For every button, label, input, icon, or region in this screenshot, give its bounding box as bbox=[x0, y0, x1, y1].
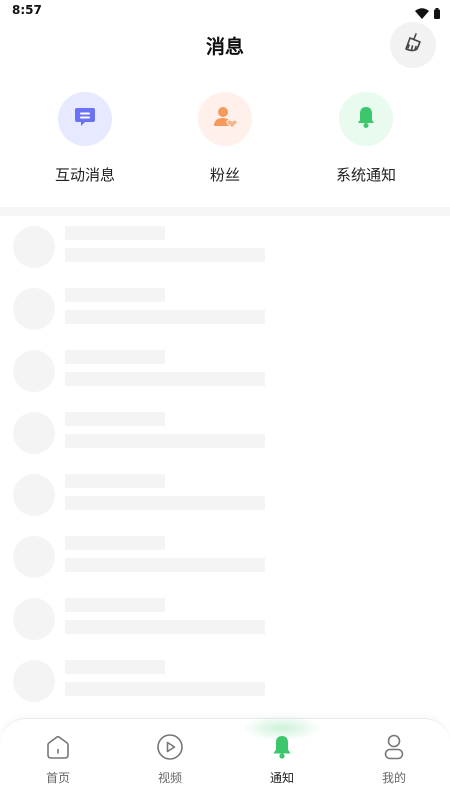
wifi-icon bbox=[415, 4, 429, 23]
skeleton-title-line bbox=[65, 350, 165, 364]
tab-video[interactable]: 视频 bbox=[114, 719, 226, 800]
skeleton-title-line bbox=[65, 226, 165, 240]
message-categories: 互动消息 粉丝 系统通知 bbox=[0, 92, 450, 192]
category-system-notifications[interactable]: 系统通知 bbox=[296, 92, 436, 185]
skeleton-row bbox=[0, 288, 450, 332]
status-icons bbox=[415, 4, 440, 23]
skeleton-row bbox=[0, 474, 450, 518]
skeleton-text-line bbox=[65, 248, 265, 262]
skeleton-title-line bbox=[65, 288, 165, 302]
tab-label: 首页 bbox=[45, 771, 70, 785]
tab-label: 通知 bbox=[269, 771, 294, 785]
status-time: 8:57 bbox=[12, 3, 42, 17]
category-interactive-messages[interactable]: 互动消息 bbox=[15, 92, 155, 185]
active-tab-glow bbox=[242, 715, 322, 741]
tab-label: 我的 bbox=[381, 771, 406, 785]
skeleton-text-line bbox=[65, 310, 265, 324]
skeleton-row bbox=[0, 660, 450, 704]
play-circle-icon bbox=[156, 733, 184, 761]
skeleton-row bbox=[0, 350, 450, 394]
skeleton-avatar bbox=[13, 660, 55, 702]
skeleton-text-line bbox=[65, 434, 265, 448]
category-label: 粉丝 bbox=[209, 166, 240, 184]
skeleton-text-line bbox=[65, 620, 265, 634]
profile-icon bbox=[380, 733, 408, 761]
header: 消息 bbox=[0, 22, 450, 68]
chat-bubble-icon bbox=[72, 104, 98, 134]
clear-messages-button[interactable] bbox=[390, 22, 436, 68]
skeleton-avatar bbox=[13, 598, 55, 640]
skeleton-title-line bbox=[65, 474, 165, 488]
category-icon-wrap bbox=[58, 92, 112, 146]
tab-label: 视频 bbox=[157, 771, 182, 785]
skeleton-row bbox=[0, 412, 450, 456]
tab-notifications[interactable]: 通知 bbox=[226, 715, 338, 800]
bottom-tab-bar: 首页 视频 通知 我的 bbox=[0, 715, 450, 800]
skeleton-row bbox=[0, 598, 450, 642]
skeleton-avatar bbox=[13, 412, 55, 454]
category-icon-wrap bbox=[339, 92, 393, 146]
broom-icon bbox=[401, 31, 425, 59]
home-icon bbox=[44, 733, 72, 761]
skeleton-text-line bbox=[65, 558, 265, 572]
skeleton-row bbox=[0, 536, 450, 580]
user-heart-icon bbox=[212, 104, 238, 134]
skeleton-title-line bbox=[65, 536, 165, 550]
tab-profile[interactable]: 我的 bbox=[338, 719, 450, 800]
skeleton-avatar bbox=[13, 226, 55, 268]
battery-icon bbox=[434, 4, 440, 23]
category-label: 互动消息 bbox=[54, 166, 115, 184]
skeleton-avatar bbox=[13, 288, 55, 330]
skeleton-avatar bbox=[13, 536, 55, 578]
category-icon-wrap bbox=[198, 92, 252, 146]
skeleton-title-line bbox=[65, 598, 165, 612]
category-label: 系统通知 bbox=[335, 166, 396, 184]
skeleton-avatar bbox=[13, 350, 55, 392]
section-divider bbox=[0, 207, 450, 216]
skeleton-text-line bbox=[65, 682, 265, 696]
skeleton-title-line bbox=[65, 412, 165, 426]
tab-home[interactable]: 首页 bbox=[2, 719, 114, 800]
status-bar: 8:57 bbox=[0, 0, 450, 22]
skeleton-text-line bbox=[65, 372, 265, 386]
page-title: 消息 bbox=[205, 36, 244, 58]
bell-icon bbox=[353, 104, 379, 134]
category-fans[interactable]: 粉丝 bbox=[155, 92, 295, 185]
skeleton-title-line bbox=[65, 660, 165, 674]
skeleton-avatar bbox=[13, 474, 55, 516]
skeleton-text-line bbox=[65, 496, 265, 510]
skeleton-row bbox=[0, 226, 450, 270]
